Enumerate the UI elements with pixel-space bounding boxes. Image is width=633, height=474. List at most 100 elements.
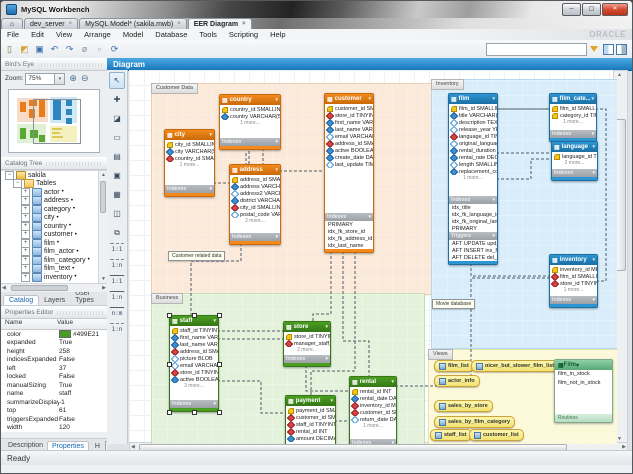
routine-group-film[interactable]: ▦Film▾film_in_stockfilm_not_in_stockRout… (554, 359, 613, 423)
zoom-out-icon[interactable]: ⊖ (81, 73, 89, 84)
more-columns[interactable]: 1 more... (165, 162, 214, 169)
tree-item-film[interactable]: +film• (1, 239, 107, 248)
more-columns[interactable]: 3 more... (170, 383, 218, 390)
menu-tools[interactable]: Tools (193, 30, 223, 39)
column-row[interactable]: release_year YEAR (449, 126, 497, 133)
relationship-line[interactable] (343, 251, 369, 376)
minimize-button[interactable]: ─ (562, 3, 581, 16)
diagram-table-customer[interactable]: ▦customer▾customer_id SMALLI...store_id … (324, 93, 374, 253)
routine-item[interactable]: film_in_stock (555, 370, 612, 379)
note-movie-database[interactable]: Movie database (432, 299, 475, 309)
column-row[interactable]: return_date DATE... (350, 416, 396, 423)
section-indexes[interactable]: Indexes▾ (170, 400, 218, 408)
column-row[interactable]: rental_date DATE... (350, 395, 396, 402)
section-indexes[interactable]: Indexes▾ (550, 296, 597, 304)
tree-expander-icon[interactable]: + (21, 273, 30, 282)
selection-handle[interactable] (217, 313, 222, 318)
selection-handle[interactable] (167, 362, 172, 367)
collapse-arrow-icon[interactable]: ▾ (325, 324, 328, 330)
tree-item-address[interactable]: +address• (1, 197, 107, 206)
diagram-table-payment[interactable]: ▦payment▾payment_id SMAL...customer_id S… (285, 395, 336, 444)
property-row-triggersExpanded[interactable]: triggersExpandedFalse (1, 415, 107, 424)
collapse-arrow-icon[interactable]: ▾ (209, 132, 212, 138)
column-row[interactable]: length SMALLINT (449, 161, 497, 168)
column-row[interactable]: address_id SMALL... (170, 348, 218, 355)
property-row-manualSizing[interactable]: manualSizingTrue (1, 381, 107, 390)
column-row[interactable]: address_id SMALLI... (325, 140, 373, 147)
tree-item-tables-folder[interactable]: −Tables (1, 180, 107, 189)
column-row[interactable]: payment_id SMAL... (286, 407, 335, 414)
routine-group-header[interactable]: ▦Film▾ (555, 360, 612, 370)
column-row[interactable]: staff_id TINYINT (170, 327, 218, 334)
column-row[interactable]: film_id SMALLINT (449, 105, 497, 112)
column-row[interactable]: country VARCHAR(50) (220, 113, 280, 120)
table-header[interactable]: ▦customer▾ (325, 94, 373, 104)
more-columns[interactable]: 2 more... (230, 218, 280, 225)
property-row-locked[interactable]: lockedFalse (1, 373, 107, 382)
home-tab[interactable]: ⌂ (1, 18, 23, 29)
column-row[interactable]: first_name VARCH... (170, 334, 218, 341)
menu-file[interactable]: File (1, 30, 25, 39)
collapse-arrow-icon[interactable]: ▾ (592, 257, 595, 263)
more-columns[interactable]: 2 more... (552, 160, 597, 167)
more-columns[interactable]: 1 more... (550, 119, 596, 126)
zoom-in-icon[interactable]: ⊕ (69, 73, 77, 84)
section-indexes[interactable]: Indexes▾ (220, 138, 280, 146)
table-header[interactable]: ▦language▾ (552, 142, 597, 152)
diagram-table-address[interactable]: ▦address▾address_id SMALLINTaddress VARC… (229, 164, 281, 245)
tree-item-inventory[interactable]: +inventory• (1, 273, 107, 282)
menu-edit[interactable]: Edit (25, 30, 50, 39)
open-model-icon[interactable]: ◩ (18, 43, 31, 56)
menu-database[interactable]: Database (149, 30, 193, 39)
tool-new-note[interactable]: ▤ (109, 148, 125, 165)
column-row[interactable]: last_name VARCH... (170, 341, 218, 348)
column-row[interactable]: store_id TINYINT (170, 369, 218, 376)
column-row[interactable]: language_id TINY... (552, 153, 597, 160)
view-customer_list[interactable]: customer_list (469, 429, 524, 441)
diagram-table-film_cate[interactable]: ▦film_cate...▾film_id SMALLINTcategory_i… (549, 93, 597, 142)
selection-handle[interactable] (167, 313, 172, 318)
column-row[interactable]: rental_id INT (350, 388, 396, 395)
column-row[interactable]: staff_id TINYINT (286, 421, 335, 428)
tool-rel-1-n-existing[interactable]: 1:n (109, 323, 125, 337)
menu-view[interactable]: View (50, 30, 78, 39)
column-row[interactable]: last_name VARCHA... (325, 126, 373, 133)
column-row[interactable]: customer_id SMAL... (350, 409, 396, 416)
tree-item-film_category[interactable]: +film_category• (1, 256, 107, 265)
table-header[interactable]: ▦store▾ (284, 322, 330, 332)
column-row[interactable]: customer_id SMALLI... (325, 105, 373, 112)
column-row[interactable]: store_id TINYINT (325, 112, 373, 119)
birds-eye-minimap[interactable] (8, 89, 100, 153)
table-header[interactable]: ▦rental▾ (350, 377, 396, 387)
collapse-arrow-icon[interactable]: ▾ (592, 144, 595, 150)
tab-close-icon[interactable]: × (69, 21, 73, 27)
more-columns[interactable]: 1 more... (350, 423, 396, 430)
column-row[interactable]: film_id SMALLINT (550, 105, 596, 112)
column-row[interactable]: rental_rate DECIMA... (449, 154, 497, 161)
magnet-toggle-icon[interactable]: ø (78, 43, 91, 56)
menu-help[interactable]: Help (264, 30, 291, 39)
section-indexes[interactable]: Indexes▾ (230, 233, 280, 241)
view-film_list[interactable]: film_list (434, 360, 474, 372)
column-row[interactable]: customer_id SMAL... (286, 414, 335, 421)
column-row[interactable]: title VARCHAR(255) (449, 112, 497, 119)
column-row[interactable]: last_update TIMEST... (325, 161, 373, 168)
tree-item-film_actor[interactable]: +film_actor• (1, 248, 107, 257)
column-row[interactable]: address VARCHAR(50) (230, 183, 280, 190)
note-customer-related-data[interactable]: Customer related data (168, 251, 225, 261)
selection-handle[interactable] (192, 313, 197, 318)
sidebar-tab-layers[interactable]: Layers (39, 296, 70, 305)
more-columns[interactable]: 2 more... (284, 347, 330, 354)
tool-new-layer[interactable]: ▭ (109, 129, 125, 146)
column-row[interactable]: active BOOLEAN (325, 147, 373, 154)
table-header[interactable]: ▦address▾ (230, 165, 280, 175)
column-row[interactable]: manager_staff_id ... (284, 340, 330, 347)
column-row[interactable]: original_language_i... (449, 140, 497, 147)
property-row-color[interactable]: color#499E21 (1, 330, 107, 339)
tool-select-cursor[interactable]: ↖ (109, 72, 125, 89)
tool-new-table[interactable]: ▦ (109, 186, 125, 203)
property-row-expanded[interactable]: expandedTrue (1, 339, 107, 348)
catalog-vertical-scrollbar[interactable]: ▲ ▼ (98, 171, 107, 283)
minimap-viewport[interactable] (33, 99, 81, 144)
tree-item-film_text[interactable]: +film_text• (1, 265, 107, 274)
